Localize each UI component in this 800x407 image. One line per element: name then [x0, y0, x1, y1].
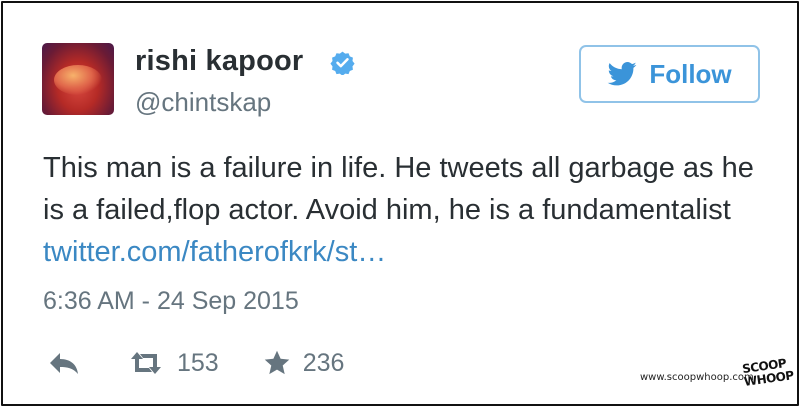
tweet-link[interactable]: twitter.com/fatherofkrk/st… — [43, 236, 386, 268]
verified-badge-icon — [330, 51, 355, 75]
reply-button[interactable] — [47, 350, 81, 376]
scoopwhoop-logo: SCOOP WHOOP — [741, 356, 795, 390]
user-name[interactable]: rishi kapoor — [135, 45, 303, 78]
retweet-count: 153 — [177, 348, 219, 377]
tweet-actions: 153 236 — [47, 346, 344, 380]
star-icon — [264, 350, 289, 375]
retweet-button[interactable]: 153 — [81, 349, 219, 378]
follow-button[interactable]: Follow — [579, 45, 760, 103]
favorite-button[interactable]: 236 — [219, 348, 345, 378]
tweet-body: This man is a failure in life. He tweets… — [43, 152, 754, 226]
reply-icon — [50, 353, 78, 374]
twitter-bird-icon — [607, 62, 637, 86]
tweet-timestamp[interactable]: 6:36 AM - 24 Sep 2015 — [43, 287, 299, 316]
user-handle[interactable]: @chintskap — [135, 87, 271, 118]
tweet-text: This man is a failure in life. He tweets… — [43, 147, 763, 273]
tweet-card: rishi kapoor @chintskap Follow This man … — [1, 1, 799, 406]
favorite-count: 236 — [302, 348, 345, 377]
avatar[interactable] — [42, 43, 114, 115]
watermark-url: www.scoopwhoop.com — [640, 372, 754, 383]
follow-button-label: Follow — [649, 58, 732, 89]
retweet-icon — [131, 352, 161, 374]
avatar-image — [54, 65, 102, 95]
